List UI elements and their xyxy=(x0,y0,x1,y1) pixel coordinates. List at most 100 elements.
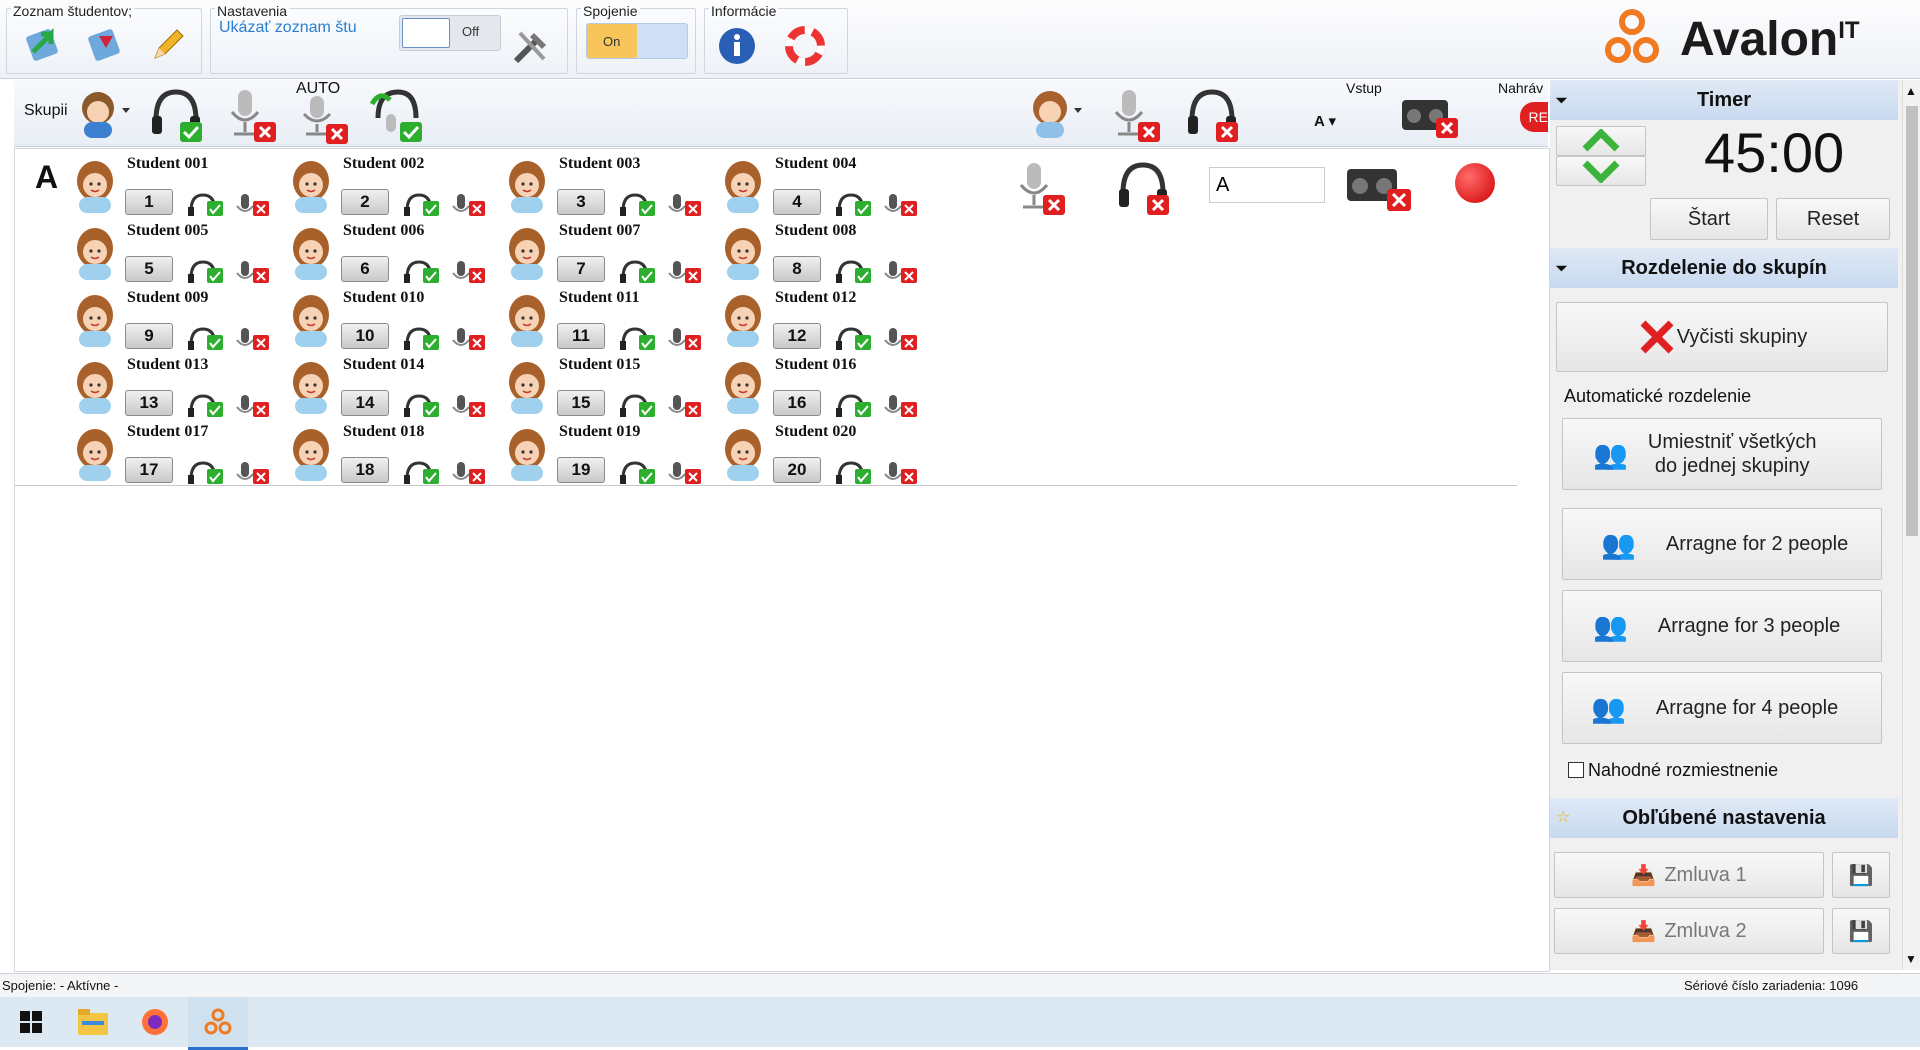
group-name-input[interactable] xyxy=(1209,167,1325,203)
student-mic-off-icon[interactable] xyxy=(447,459,487,485)
all-one-group-button[interactable]: 👥 Umiestniť všetkých do jednej skupiny xyxy=(1562,418,1882,490)
student-number-button[interactable]: 11 xyxy=(557,323,605,349)
student-mic-off-icon[interactable] xyxy=(879,392,919,418)
show-list-link[interactable]: Ukázať zoznam štu xyxy=(219,19,357,37)
auto-microphone-off-icon[interactable] xyxy=(292,94,352,149)
student-number-button[interactable]: 13 xyxy=(125,390,173,416)
student-card[interactable]: Student 016 16 xyxy=(721,354,937,420)
arrange-3-button[interactable]: 👥 Arragne for 3 people xyxy=(1562,590,1882,662)
timer-reset-button[interactable]: Reset xyxy=(1776,198,1890,240)
student-mic-off-icon[interactable] xyxy=(663,392,703,418)
scroll-up-icon[interactable]: ▲ xyxy=(1905,84,1917,98)
file-explorer-icon[interactable] xyxy=(78,1009,108,1038)
student-card[interactable]: Student 006 6 xyxy=(289,220,505,286)
student-number-button[interactable]: 1 xyxy=(125,189,173,215)
favorite-2-save-button[interactable]: 💾 xyxy=(1832,908,1890,954)
student-mic-off-icon[interactable] xyxy=(231,325,271,351)
student-mic-off-icon[interactable] xyxy=(879,191,919,217)
student-card[interactable]: Student 015 15 xyxy=(505,354,721,420)
favorite-1-button[interactable]: 📥 Zmluva 1 xyxy=(1554,852,1824,898)
student-card[interactable]: Student 012 12 xyxy=(721,287,937,353)
save-list-icon[interactable] xyxy=(81,21,129,67)
student-headphones-ok-icon[interactable] xyxy=(833,325,873,351)
student-card[interactable]: Student 005 5 xyxy=(73,220,289,286)
student-headphones-ok-icon[interactable] xyxy=(185,459,225,485)
arrange-4-button[interactable]: 👥 Arragne for 4 people xyxy=(1562,672,1882,744)
help-lifebuoy-icon[interactable] xyxy=(781,23,829,69)
student-mic-off-icon[interactable] xyxy=(879,258,919,284)
student-headphones-ok-icon[interactable] xyxy=(617,459,657,485)
settings-toggle[interactable]: Off xyxy=(399,15,501,51)
student-number-button[interactable]: 15 xyxy=(557,390,605,416)
microphone-off-icon[interactable] xyxy=(220,84,280,147)
student-card[interactable]: Student 011 11 xyxy=(505,287,721,353)
student-card[interactable]: Student 018 18 xyxy=(289,421,505,487)
student-number-button[interactable]: 4 xyxy=(773,189,821,215)
student-headphones-ok-icon[interactable] xyxy=(401,392,441,418)
rec-button[interactable]: RE xyxy=(1520,102,1548,132)
student-number-button[interactable]: 6 xyxy=(341,256,389,282)
student-headphones-ok-icon[interactable] xyxy=(833,459,873,485)
student-headphones-ok-icon[interactable] xyxy=(833,191,873,217)
student-headphones-ok-icon[interactable] xyxy=(617,392,657,418)
student-number-button[interactable]: 5 xyxy=(125,256,173,282)
groups-header[interactable]: ⏷ Rozdelenie do skupín xyxy=(1550,248,1898,288)
student-mic-off-icon[interactable] xyxy=(447,325,487,351)
import-list-icon[interactable] xyxy=(19,21,67,67)
student-number-button[interactable]: 7 xyxy=(557,256,605,282)
sidebar-scrollbar[interactable]: ▲ ▼ xyxy=(1902,80,1920,970)
student-mic-off-icon[interactable] xyxy=(879,459,919,485)
student-number-button[interactable]: 18 xyxy=(341,457,389,483)
timer-start-button[interactable]: Štart xyxy=(1650,198,1768,240)
student-card[interactable]: Student 010 10 xyxy=(289,287,505,353)
clear-groups-button[interactable]: Vyčisti skupiny xyxy=(1556,302,1888,372)
student-headphones-ok-icon[interactable] xyxy=(185,258,225,284)
student-card[interactable]: Student 017 17 xyxy=(73,421,289,487)
student-number-button[interactable]: 14 xyxy=(341,390,389,416)
student-headphones-ok-icon[interactable] xyxy=(401,325,441,351)
input-selector[interactable]: A ▾ xyxy=(1314,112,1336,130)
group-record-button[interactable] xyxy=(1455,163,1495,203)
student-card[interactable]: Student 004 4 xyxy=(721,153,937,219)
student-dropdown-icon[interactable] xyxy=(1026,84,1086,143)
student-card[interactable]: Student 002 2 xyxy=(289,153,505,219)
timer-header[interactable]: ⏷ Timer xyxy=(1550,80,1898,120)
student-number-button[interactable]: 10 xyxy=(341,323,389,349)
student-headphones-ok-icon[interactable] xyxy=(401,258,441,284)
student-mic-off-icon[interactable] xyxy=(663,459,703,485)
connection-toggle[interactable]: On xyxy=(586,23,688,59)
favorite-2-button[interactable]: 📥 Zmluva 2 xyxy=(1554,908,1824,954)
student-mic-off-icon[interactable] xyxy=(447,392,487,418)
student-headphones-ok-icon[interactable] xyxy=(185,325,225,351)
student-card[interactable]: Student 013 13 xyxy=(73,354,289,420)
group-mic-off-icon[interactable] xyxy=(1009,157,1069,220)
group-headphones-off-icon[interactable] xyxy=(1113,157,1173,220)
group-recorder-off-icon[interactable] xyxy=(1345,159,1415,216)
student-mic-off-icon[interactable] xyxy=(231,258,271,284)
student-card[interactable]: Student 007 7 xyxy=(505,220,721,286)
student-headphones-ok-icon[interactable] xyxy=(617,258,657,284)
headphones-ok-icon[interactable] xyxy=(146,84,206,147)
student-number-button[interactable]: 2 xyxy=(341,189,389,215)
recorder-off-icon[interactable] xyxy=(1400,90,1460,143)
windows-start-icon[interactable] xyxy=(20,1011,42,1036)
student-card[interactable]: Student 009 9 xyxy=(73,287,289,353)
student-number-button[interactable]: 3 xyxy=(557,189,605,215)
favorite-1-save-button[interactable]: 💾 xyxy=(1832,852,1890,898)
student-mic-off-icon[interactable] xyxy=(231,191,271,217)
firefox-icon[interactable] xyxy=(140,1007,170,1040)
student-headphones-ok-icon[interactable] xyxy=(833,392,873,418)
student-number-button[interactable]: 17 xyxy=(125,457,173,483)
avalon-taskbar-button[interactable] xyxy=(188,997,248,1050)
student-mic-off-icon[interactable] xyxy=(231,392,271,418)
info-icon[interactable] xyxy=(713,23,761,69)
scroll-down-icon[interactable]: ▼ xyxy=(1905,952,1917,966)
student-number-button[interactable]: 12 xyxy=(773,323,821,349)
student-card[interactable]: Student 008 8 xyxy=(721,220,937,286)
student-card[interactable]: Student 001 1 xyxy=(73,153,289,219)
teacher-dropdown-icon[interactable] xyxy=(76,84,132,143)
student-mic-off-icon[interactable] xyxy=(663,191,703,217)
student-headphones-ok-icon[interactable] xyxy=(833,258,873,284)
student-headphones-ok-icon[interactable] xyxy=(401,459,441,485)
student-number-button[interactable]: 19 xyxy=(557,457,605,483)
